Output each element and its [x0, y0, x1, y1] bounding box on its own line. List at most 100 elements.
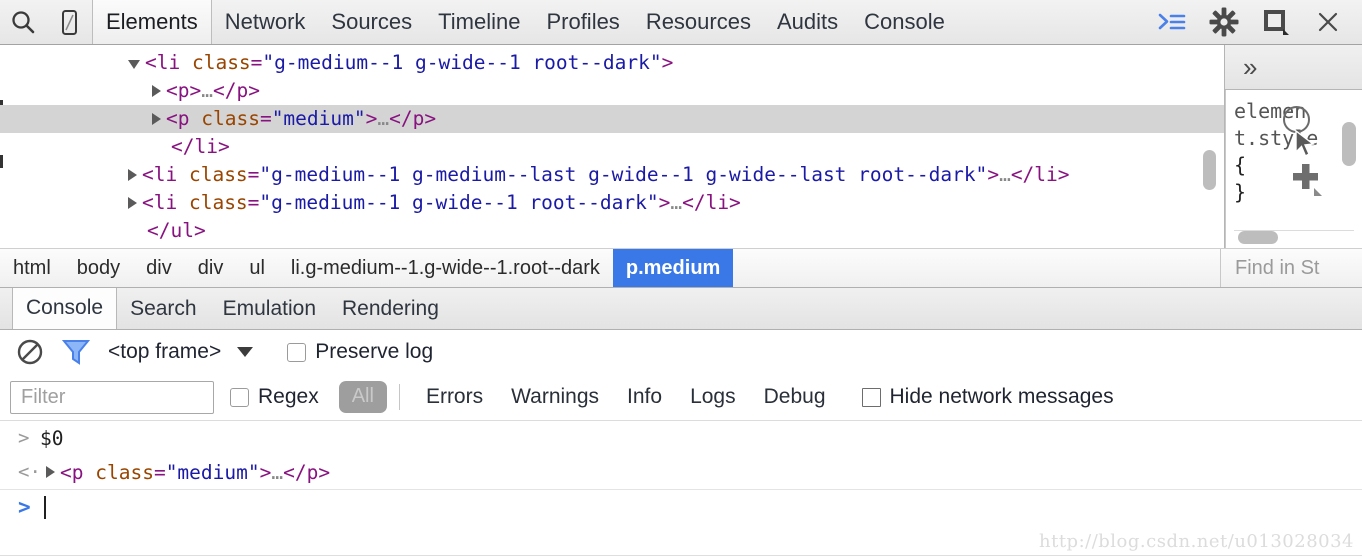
level-filter-debug[interactable]: Debug	[750, 385, 840, 409]
console-result-markup[interactable]: <p class="medium">…</p>	[60, 461, 330, 484]
dom-token-tag: <li	[145, 51, 192, 74]
dom-token-tag: =	[260, 107, 272, 130]
drawer-tab-emulation[interactable]: Emulation	[210, 288, 329, 329]
expand-triangle-icon[interactable]	[152, 113, 161, 125]
dom-node-row[interactable]: <li class="g-medium--1 g-wide--1 root--d…	[0, 49, 1224, 77]
console-prompt-row[interactable]: >	[0, 490, 1362, 524]
regex-label: Regex	[258, 385, 319, 409]
find-in-styles-input[interactable]: Find in St	[1220, 249, 1362, 287]
preserve-log-checkbox[interactable]: Preserve log	[287, 340, 433, 364]
expand-triangle-icon[interactable]	[152, 85, 161, 97]
dom-node-row[interactable]: <li class="g-medium--1 g-medium--last g-…	[0, 161, 1224, 189]
breadcrumb-item-1[interactable]: body	[64, 249, 133, 287]
styles-tabbar: »	[1225, 45, 1362, 90]
breadcrumb-item-0[interactable]: html	[0, 249, 64, 287]
dock-side-icon[interactable]	[1250, 7, 1302, 37]
dom-token-tag: <p	[60, 461, 95, 484]
styles-body[interactable]: element.style {}	[1225, 90, 1362, 248]
dom-token-ell: …	[201, 79, 213, 102]
hide-network-messages-checkbox[interactable]: Hide network messages	[862, 385, 1114, 409]
more-tabs-icon[interactable]: »	[1243, 54, 1257, 80]
tab-network[interactable]: Network	[212, 0, 319, 44]
style-rule-close-brace: }	[1234, 180, 1246, 204]
dom-node-row[interactable]: <li class="g-medium--1 g-wide--1 root--d…	[0, 189, 1224, 217]
breadcrumb-item-6-selected[interactable]: p.medium	[613, 249, 733, 287]
dom-node-row[interactable]: <p>…</p>	[0, 77, 1224, 105]
styles-sidebar: » element.style {}	[1225, 45, 1362, 248]
dom-token-tag: <li	[142, 191, 189, 214]
level-filter-logs[interactable]: Logs	[676, 385, 750, 409]
dom-token-val: "medium"	[272, 107, 366, 130]
console-drawer-icon[interactable]	[1146, 10, 1198, 34]
tab-resources[interactable]: Resources	[633, 0, 764, 44]
tab-elements[interactable]: Elements	[92, 0, 212, 44]
regex-checkbox[interactable]: Regex	[230, 385, 319, 409]
search-icon[interactable]	[0, 0, 46, 44]
watermark: http://blog.csdn.net/u013028034	[1039, 531, 1354, 552]
breadcrumb-item-3[interactable]: div	[185, 249, 237, 287]
tab-timeline[interactable]: Timeline	[425, 0, 533, 44]
checkbox-box	[862, 388, 881, 407]
dom-node-row-selected[interactable]: <p class="medium">…</p>	[0, 105, 1224, 133]
filter-input[interactable]: Filter	[10, 381, 214, 414]
plus-icon[interactable]	[1291, 162, 1323, 194]
level-filter-all[interactable]: All	[339, 381, 387, 413]
breadcrumb-item-5[interactable]: li.g-medium--1.g-wide--1.root--dark	[278, 249, 613, 287]
drawer-tab-rendering[interactable]: Rendering	[329, 288, 452, 329]
dom-tree[interactable]: <li class="g-medium--1 g-wide--1 root--d…	[0, 45, 1224, 245]
drawer-tab-console[interactable]: Console	[12, 287, 117, 329]
console-toolbar: <top frame> Preserve log	[0, 330, 1362, 374]
tab-audits[interactable]: Audits	[764, 0, 851, 44]
close-icon[interactable]	[1302, 9, 1354, 35]
styles-horizontal-scrollbar[interactable]	[1238, 231, 1278, 244]
style-rule-open-brace: {	[1234, 153, 1246, 177]
dom-token-tag: </ul>	[147, 219, 206, 242]
filter-placeholder: Filter	[21, 386, 65, 409]
circle-highlight-icon	[1283, 106, 1310, 133]
dom-token-val: "medium"	[166, 461, 260, 484]
tab-profiles[interactable]: Profiles	[533, 0, 632, 44]
dom-tree-pane[interactable]: <li class="g-medium--1 g-wide--1 root--d…	[0, 45, 1225, 248]
console-result-row[interactable]: <· <p class="medium">…</p>	[0, 455, 1362, 490]
styles-vertical-scrollbar[interactable]	[1342, 122, 1356, 166]
breadcrumb-item-4[interactable]: ul	[236, 249, 278, 287]
level-filter-info[interactable]: Info	[613, 385, 676, 409]
dom-node-row[interactable]: </ul>	[0, 217, 1224, 245]
filter-funnel-icon[interactable]	[62, 339, 90, 365]
gear-icon[interactable]	[1198, 7, 1250, 37]
mouse-cursor-icon	[1294, 130, 1316, 160]
dom-token-tag: >	[659, 191, 671, 214]
toolbar-actions	[1146, 0, 1362, 44]
dom-token-tag: =	[154, 461, 166, 484]
execution-context-selector[interactable]: <top frame>	[108, 340, 253, 364]
dom-token-tag: >	[662, 51, 674, 74]
level-filter-warnings[interactable]: Warnings	[497, 385, 613, 409]
level-filter-errors[interactable]: Errors	[412, 385, 497, 409]
expand-triangle-icon[interactable]	[128, 169, 137, 181]
devtools-window: Elements Network Sources Timeline Profil…	[0, 0, 1362, 556]
dom-token-tag: </li>	[171, 135, 230, 158]
drawer-tabbar: Console Search Emulation Rendering	[0, 288, 1362, 330]
dom-token-tag: =	[251, 51, 263, 74]
dom-token-ell: …	[999, 163, 1011, 186]
main-toolbar: Elements Network Sources Timeline Profil…	[0, 0, 1362, 45]
prompt-caret-icon: >	[18, 495, 40, 519]
dom-token-tag: >	[987, 163, 999, 186]
expand-triangle-icon[interactable]	[46, 466, 55, 478]
clear-console-icon[interactable]	[16, 338, 44, 366]
tab-sources[interactable]: Sources	[318, 0, 425, 44]
tab-console[interactable]: Console	[851, 0, 958, 44]
dom-token-attr: class	[189, 191, 248, 214]
breadcrumb[interactable]: htmlbodydivdivulli.g-medium--1.g-wide--1…	[0, 249, 1220, 287]
console-output[interactable]: > $0 <· <p class="medium">…</p> > http:/…	[0, 420, 1362, 556]
collapse-triangle-icon[interactable]	[128, 60, 140, 69]
expand-triangle-icon[interactable]	[128, 197, 137, 209]
dom-vertical-scrollbar[interactable]	[1203, 150, 1216, 190]
result-arrow-icon: <·	[18, 461, 40, 483]
dom-token-attr: class	[192, 51, 251, 74]
drawer-tab-search[interactable]: Search	[117, 288, 210, 329]
dom-token-attr: class	[95, 461, 154, 484]
device-mode-icon[interactable]	[46, 0, 92, 44]
dom-node-row[interactable]: </li>	[0, 133, 1224, 161]
breadcrumb-item-2[interactable]: div	[133, 249, 185, 287]
